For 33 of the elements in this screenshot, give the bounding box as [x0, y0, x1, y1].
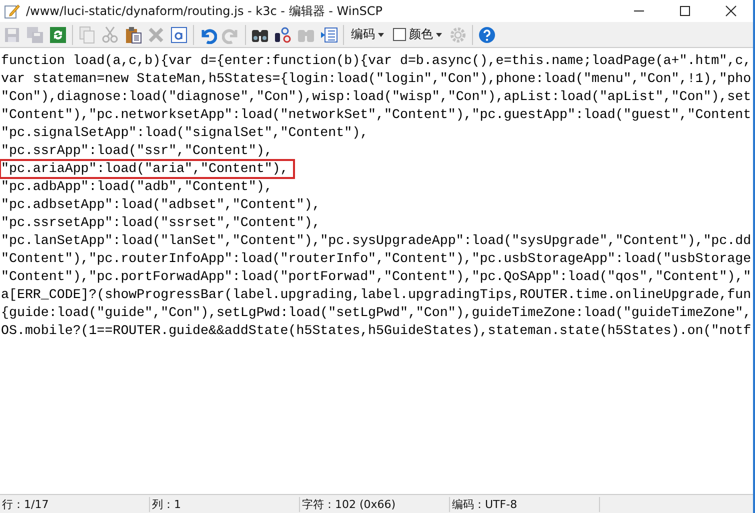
code-line: "pc.ssrApp":load("ssr","Content"),: [0, 142, 272, 160]
code-line: var stateman=new StateMan,h5States={login:load("login","Con"),phone:load("menu","Con",!1),"pho: [0, 70, 752, 88]
status-text: 编码：UTF-8: [450, 496, 600, 512]
caret-icon: [436, 32, 442, 36]
help-icon[interactable]: [478, 26, 496, 44]
close-icon[interactable]: [725, 5, 737, 17]
code-line: "Content"),"pc.portForwadApp":load("portForwad","Content"),"pc.QoSApp":load("qos","Content"),": [0, 268, 752, 286]
status-text: 行：1/17: [0, 496, 150, 512]
code-line: "pc.ariaApp":load("aria","Content"),: [0, 160, 294, 178]
caret-icon: [378, 32, 384, 36]
maximize-icon[interactable]: [679, 5, 691, 17]
code-line: {guide:load("guide","Con"),setLgPwd:load("setLgPwd","Con"),guideTimeZone:load("guideTimeZone",: [0, 304, 752, 322]
code-line: "pc.ssrsetApp":load("ssrset","Content"),: [0, 214, 320, 232]
code-line: "pc.adbApp":load("adb","Content"),: [0, 178, 272, 196]
editor-icon: [4, 3, 20, 19]
encoding-dropdown[interactable]: 编码: [349, 26, 386, 43]
code-line: OS.mobile?(1==ROUTER.guide&&addState(h5States,h5GuideStates),stateman.state(h5States).on("notf: [0, 322, 752, 340]
code-line: "Content"),"pc.routerInfoApp":load("routerInfo","Content"),"pc.usbStorageApp":load("usbStorage: [0, 250, 752, 268]
window-title: /www/luci-static/dynaform/routing.js - k3c - 编辑器 - WinSCP: [26, 2, 383, 20]
status-text: 列：1: [150, 496, 300, 512]
code-line: "pc.signalSetApp":load("signalSet","Content"),: [0, 124, 368, 142]
reload-icon[interactable]: [49, 26, 67, 44]
code-line: "pc.lanSetApp":load("lanSet","Content"),"pc.sysUpgradeApp":load("sysUpgrade","Content"),"pc.dd: [0, 232, 752, 250]
code-line: "Con"),diagnose:load("diagnose","Con"),wisp:load("wisp","Con"),apList:load("apList","Con"),set: [0, 88, 752, 106]
code-line: "pc.adbsetApp":load("adbset","Content"),: [0, 196, 320, 214]
select-all-icon[interactable]: [170, 26, 188, 44]
paste-icon[interactable]: [124, 26, 142, 44]
code-line: a[ERR_CODE]?(showProgressBar(label.upgrading,label.upgradingTips,ROUTER.time.onlineUpgrade,fun: [0, 286, 752, 304]
code-line: "Content"),"pc.networksetApp":load("networkSet","Content"),"pc.guestApp":load("guest","Content: [0, 106, 752, 124]
status-text: 字符：102 (0x66): [300, 496, 450, 512]
color-checkbox[interactable]: 颜色: [391, 26, 444, 43]
code-line: function load(a,c,b){var d={enter:function(b){var d=b.async(),e=this.name;loadPage(a+".htm",c,: [0, 52, 752, 70]
goto-icon[interactable]: [320, 26, 338, 44]
